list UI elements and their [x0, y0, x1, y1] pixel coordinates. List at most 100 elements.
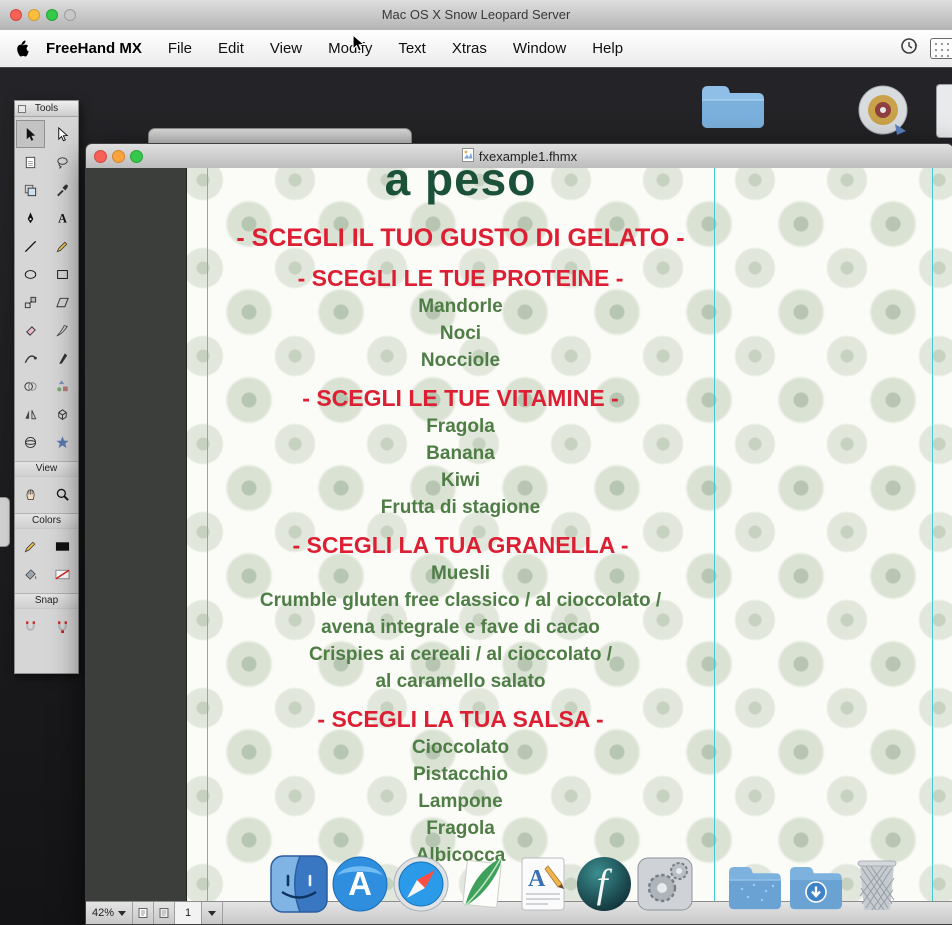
menu-line: Frutta di stagione [380, 497, 541, 518]
menu-help[interactable]: Help [592, 40, 623, 57]
colors-section-label: Colors [15, 513, 78, 529]
rectangle-tool-icon[interactable] [48, 260, 77, 288]
hose-tool-icon[interactable] [48, 372, 77, 400]
svg-text:A: A [528, 866, 546, 892]
tools-grid: A [15, 117, 78, 459]
document-page[interactable]: a peso - SCEGLI IL TUO GUSTO DI GELATO -… [186, 168, 952, 902]
menu-line: Pistacchio [412, 764, 509, 785]
skew-tool-icon[interactable] [48, 288, 77, 316]
desktop-disc-icon[interactable] [855, 84, 913, 145]
docked-palette-tab[interactable] [0, 497, 10, 547]
pointer-tool-icon[interactable] [16, 120, 46, 148]
hand-tool-icon[interactable] [16, 480, 45, 508]
menu-app-name[interactable]: FreeHand MX [46, 40, 142, 57]
menu-line: - SCEGLI IL TUO GUSTO DI GELATO - [236, 224, 685, 252]
fill-bucket-tool-icon[interactable] [16, 560, 45, 588]
folder-dock-icon[interactable] [726, 854, 784, 914]
scale-tool-icon[interactable] [16, 288, 45, 316]
action-tool-icon[interactable] [48, 428, 77, 456]
next-page-button[interactable] [154, 902, 176, 924]
menu-line: Crispies ai cereali / al cioccolato / [308, 644, 613, 665]
freeform-tool-icon[interactable] [16, 344, 45, 372]
doc-zoom-button[interactable] [130, 150, 143, 163]
menu-line: Banana [426, 443, 495, 464]
safari-dock-icon[interactable] [392, 854, 450, 914]
snap-to-object-tool-icon[interactable] [48, 612, 77, 640]
menu-line: - SCEGLI LE TUE VITAMINE - [302, 385, 619, 411]
none-swatch-tool-icon[interactable] [48, 560, 77, 588]
menu-line: Mandorle [418, 296, 503, 317]
flash-dock-icon[interactable]: f [575, 854, 633, 914]
system-window-title: Mac OS X Snow Leopard Server [381, 7, 571, 22]
snap-grid [15, 609, 78, 643]
page-tool-icon[interactable] [16, 148, 45, 176]
menu-line: al caramello salato [375, 671, 546, 692]
line-tool-icon[interactable] [16, 232, 45, 260]
menu-edit[interactable]: Edit [218, 40, 244, 57]
extrude-tool-icon[interactable] [48, 400, 77, 428]
extra-window-button[interactable] [64, 9, 76, 21]
knife-tool-icon[interactable] [48, 316, 77, 344]
partial-desktop-icon[interactable] [936, 84, 952, 138]
clock-sync-icon[interactable] [900, 37, 918, 60]
rotate-3d-tool-icon[interactable] [16, 428, 45, 456]
palette-close-icon[interactable] [18, 105, 26, 113]
gelato-menu-text: a peso - SCEGLI IL TUO GUSTO DI GELATO -… [207, 168, 714, 869]
tools-palette: Tools A View Colors Snap [14, 100, 79, 674]
menu-line: Noci [439, 323, 482, 344]
subselect-tool-icon[interactable] [48, 120, 77, 148]
menu-line: Fragola [426, 416, 495, 437]
document-titlebar[interactable]: fxexample1.fhmx [86, 144, 952, 169]
stroke-swatch-tool-icon[interactable] [48, 532, 77, 560]
feather-dock-icon[interactable] [453, 854, 511, 914]
eraser-tool-icon[interactable] [16, 316, 45, 344]
tools-palette-header[interactable]: Tools [15, 101, 78, 117]
zoom-control[interactable]: 42% [86, 902, 134, 924]
desktop: Mac OS X Snow Leopard Server FreeHand MX… [0, 0, 952, 925]
pen-tool-icon[interactable] [16, 204, 45, 232]
system-preferences-dock-icon[interactable] [636, 854, 694, 914]
minimize-button[interactable] [28, 9, 40, 21]
finder-dock-icon[interactable] [270, 854, 328, 914]
apple-menu-icon[interactable] [15, 40, 30, 58]
menu-text[interactable]: Text [398, 40, 426, 57]
pencil-tool-icon[interactable] [48, 232, 77, 260]
zoom-button[interactable] [46, 9, 58, 21]
snap-to-point-tool-icon[interactable] [16, 612, 45, 640]
doc-minimize-button[interactable] [112, 150, 125, 163]
menu-line: Lampone [418, 791, 503, 812]
menu-xtras[interactable]: Xtras [452, 40, 487, 57]
menu-line: Muesli [430, 563, 491, 584]
desktop-folder-icon[interactable] [698, 76, 768, 137]
view-section-label: View [15, 461, 78, 477]
ellipse-tool-icon[interactable] [16, 260, 45, 288]
calligraphy-tool-icon[interactable] [48, 344, 77, 372]
stroke-pencil-tool-icon[interactable] [16, 532, 45, 560]
close-button[interactable] [10, 9, 22, 21]
menu-file[interactable]: File [168, 40, 192, 57]
menu-window[interactable]: Window [513, 40, 566, 57]
svg-text:A: A [348, 865, 372, 902]
text-tool-icon[interactable]: A [48, 204, 77, 232]
eyedropper-tool-icon[interactable] [48, 176, 77, 204]
text-editor-dock-icon[interactable]: A [514, 854, 572, 914]
zoom-tool-icon[interactable] [48, 480, 77, 508]
app-store-dock-icon[interactable]: A [331, 854, 389, 914]
prev-page-button[interactable] [133, 902, 155, 924]
trash-dock-icon[interactable] [848, 854, 906, 914]
crop-tool-icon[interactable] [16, 176, 45, 204]
blend-tool-icon[interactable] [16, 372, 45, 400]
menu-line: - SCEGLI LA TUA SALSA - [317, 706, 604, 732]
menu-modify[interactable]: Modify [328, 40, 372, 57]
page-number-field[interactable]: 1 [175, 902, 203, 924]
zoom-dropdown-icon[interactable] [118, 910, 127, 916]
downloads-folder-dock-icon[interactable] [787, 854, 845, 914]
menu-view[interactable]: View [270, 40, 302, 57]
page-dropdown-button[interactable] [202, 902, 224, 924]
keyboard-viewer-icon[interactable] [930, 38, 952, 59]
mirror-tool-icon[interactable] [16, 400, 45, 428]
doc-close-button[interactable] [94, 150, 107, 163]
lasso-tool-icon[interactable] [48, 148, 77, 176]
guide-line[interactable] [714, 168, 715, 902]
document-canvas[interactable]: a peso - SCEGLI IL TUO GUSTO DI GELATO -… [86, 168, 952, 902]
